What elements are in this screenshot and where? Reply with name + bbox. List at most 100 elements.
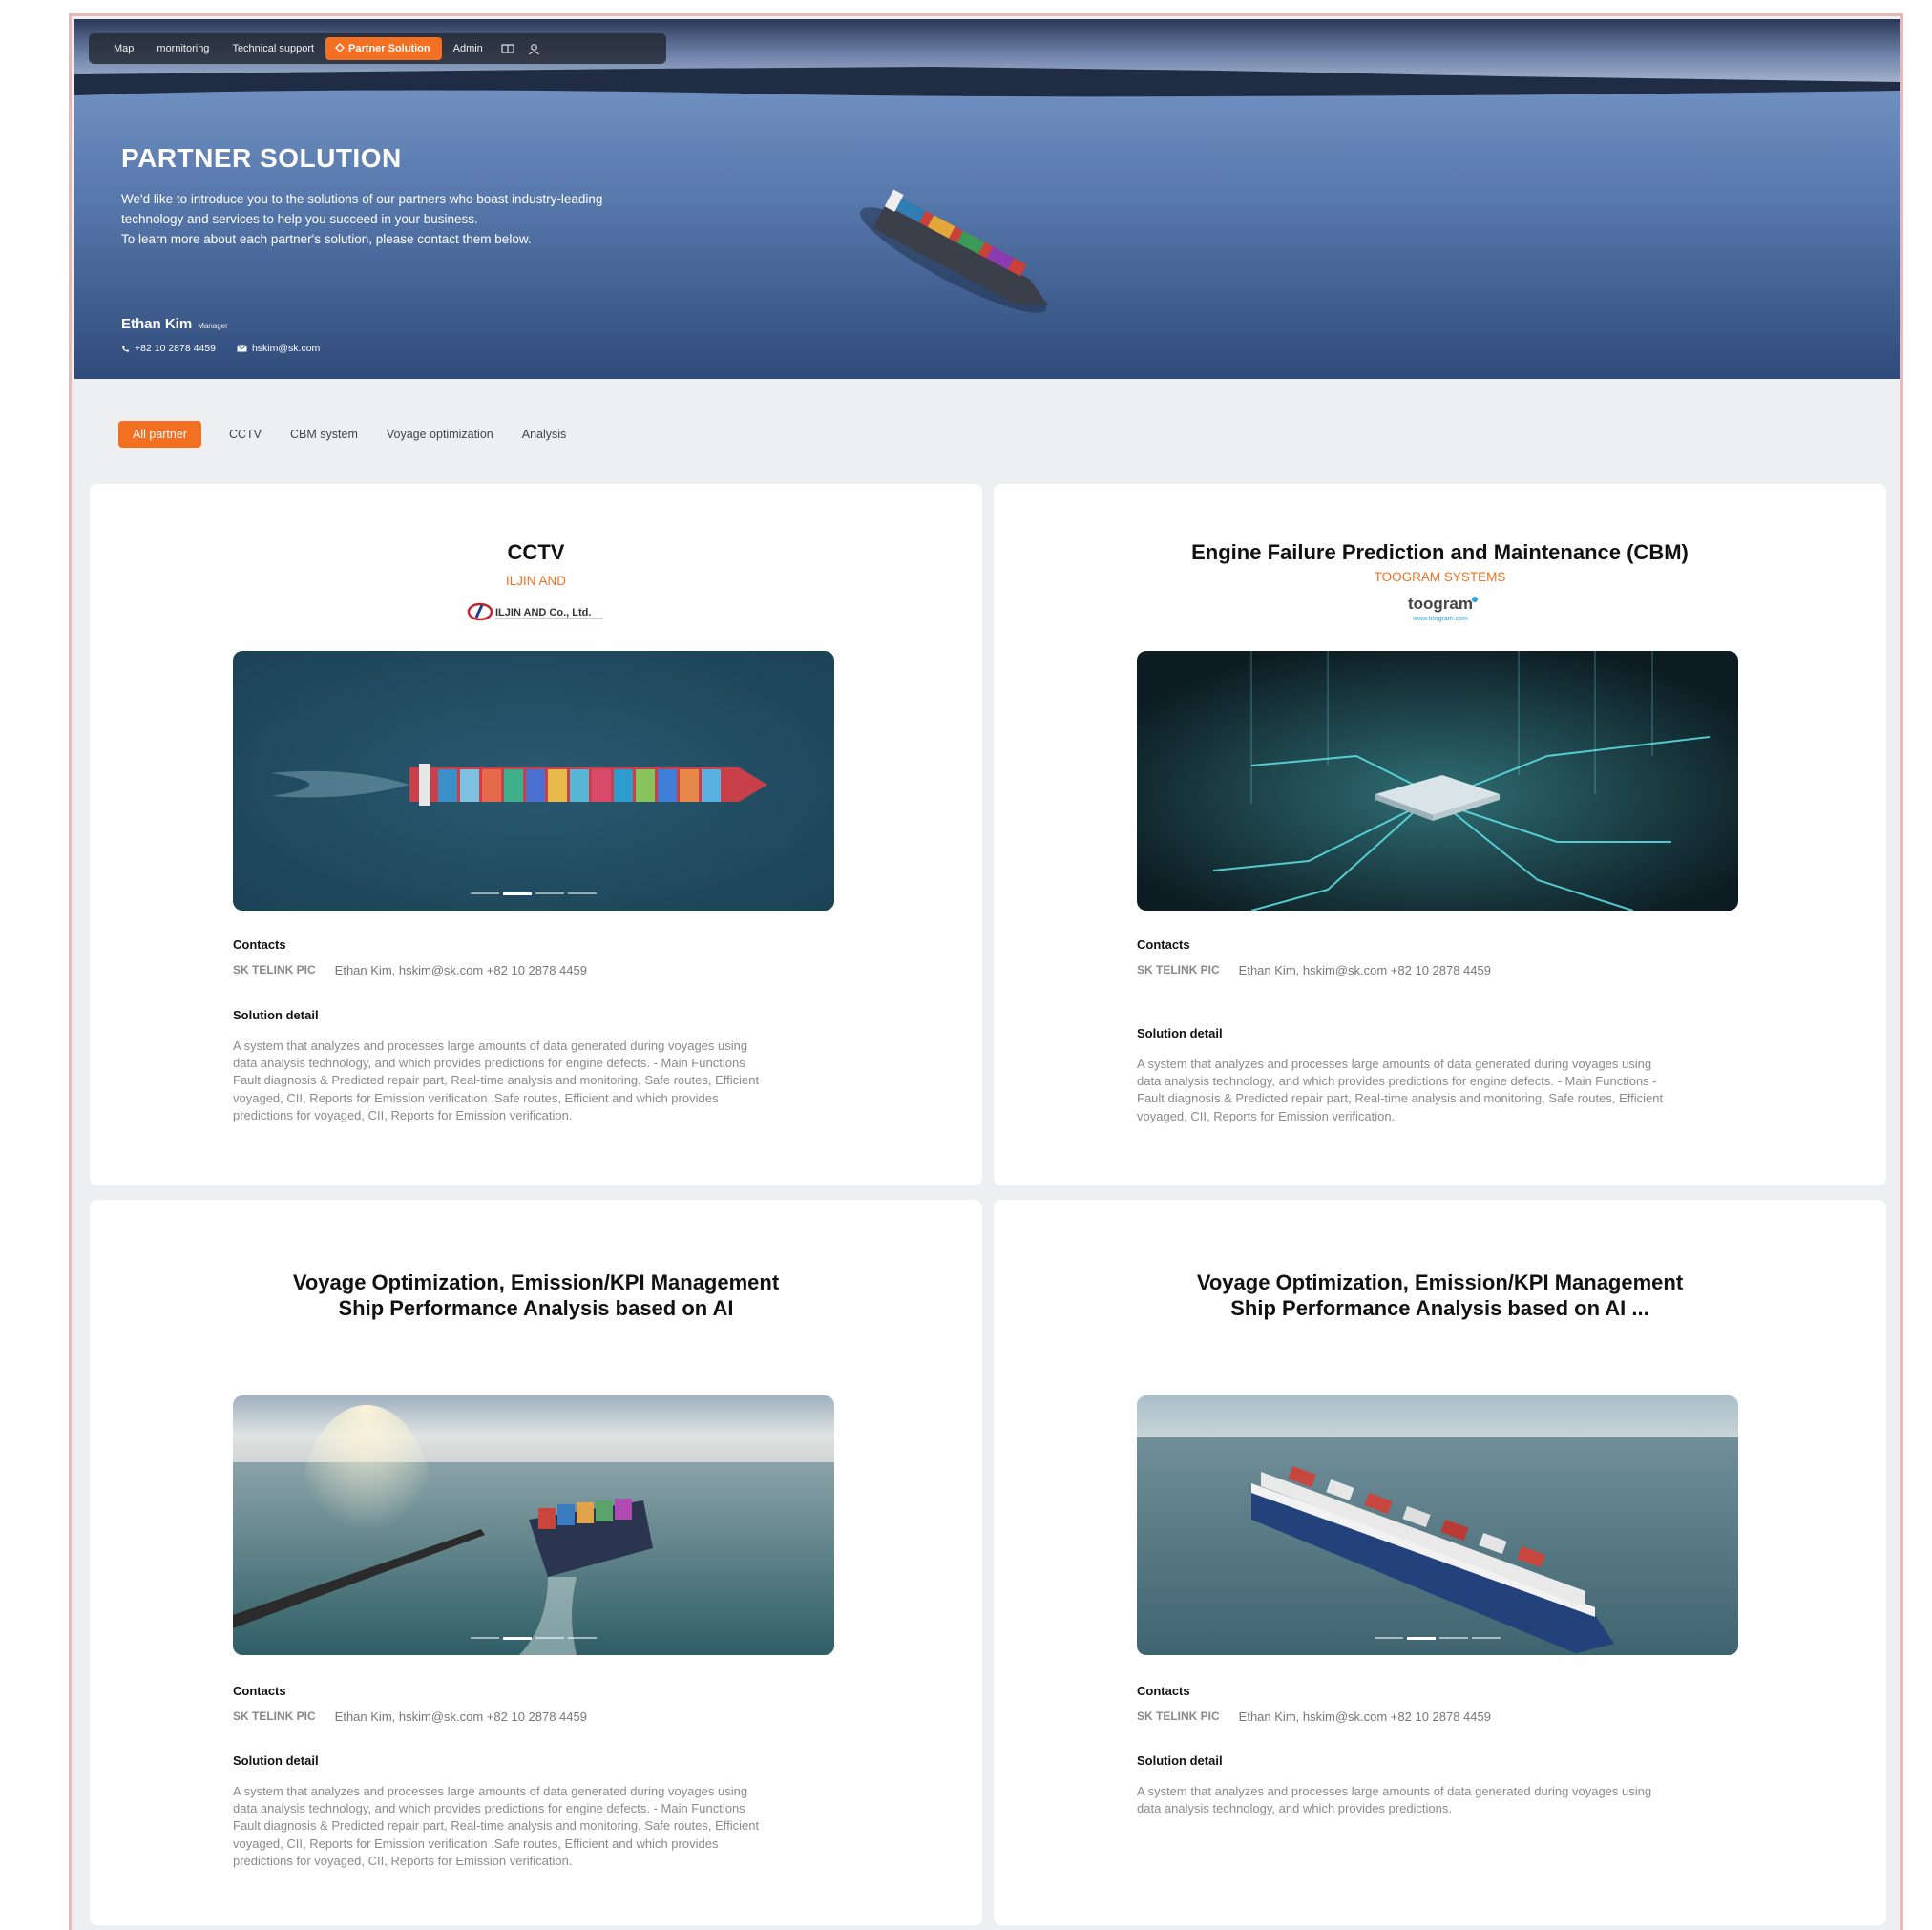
partner-name: TOOGRAM SYSTEMS <box>1374 570 1506 584</box>
detail-line: A system that analyzes and processes lar… <box>1137 1057 1652 1071</box>
carousel-indicator <box>1375 1637 1501 1640</box>
partner-solution-icon <box>335 43 345 52</box>
card-title: Voyage Optimization, Emission/KPI Manage… <box>90 1269 982 1321</box>
contact-info: Ethan Kim, hskim@sk.com +82 10 2878 4459 <box>334 1710 587 1724</box>
detail-line: Fault diagnosis & Predicted repair part,… <box>233 1818 760 1834</box>
manager-contacts: +82 10 2878 4459 hskim@sk.com <box>121 343 320 354</box>
page-title: PARTNER SOLUTION <box>121 143 402 173</box>
contact-info: Ethan Kim, hskim@sk.com +82 10 2878 4459 <box>334 963 587 977</box>
ship-sunset-image <box>233 1395 834 1655</box>
nav-item-partner-solution[interactable]: Partner Solution <box>326 37 442 60</box>
contacts-label: Contacts <box>1137 1684 1190 1698</box>
partner-card: Engine Failure Prediction and Maintenanc… <box>994 484 1886 1185</box>
phone-icon <box>122 345 129 352</box>
carousel-dot[interactable] <box>1439 1637 1468 1639</box>
tab-cctv[interactable]: CCTV <box>215 421 276 448</box>
carousel-dot[interactable] <box>536 1637 564 1639</box>
hero-description-line: We'd like to introduce you to the soluti… <box>121 192 603 206</box>
mail-icon <box>237 345 247 352</box>
carousel-indicator <box>471 1637 597 1640</box>
partner-card: Voyage Optimization, Emission/KPI Manage… <box>90 1200 982 1925</box>
book-icon[interactable] <box>494 37 521 60</box>
manager-phone[interactable]: +82 10 2878 4459 <box>121 343 216 354</box>
carousel-indicator <box>471 892 597 895</box>
tab-analysis[interactable]: Analysis <box>508 421 581 448</box>
detail-line: Fault diagnosis & Predicted repair part,… <box>1137 1091 1664 1106</box>
solution-detail-label: Solution detail <box>1137 1026 1223 1040</box>
partner-name: ILJIN AND <box>505 574 567 588</box>
top-navigation: Map mornitoring Technical support Partne… <box>89 33 666 64</box>
contact-row: SK TELINK PIC Ethan Kim, hskim@sk.com +8… <box>233 963 587 977</box>
contact-row: SK TELINK PIC Ethan Kim, hskim@sk.com +8… <box>233 1710 587 1724</box>
partner-logo-url: www.toogram.com <box>1412 616 1468 622</box>
solution-detail-text: A system that analyzes and processes lar… <box>233 1038 844 1124</box>
page-frame: Map mornitoring Technical support Partne… <box>69 13 1903 1930</box>
solution-detail-label: Solution detail <box>1137 1753 1223 1768</box>
card-title-line: Ship Performance Analysis based on AI ..… <box>1230 1296 1649 1320</box>
cargo-ship-sea-image <box>1137 1395 1738 1655</box>
manager-email[interactable]: hskim@sk.com <box>237 343 320 354</box>
solution-detail-text: A system that analyzes and processes lar… <box>1137 1783 1748 1817</box>
pic-label: SK TELINK PIC <box>1137 1710 1220 1723</box>
circuit-board-chip-image <box>1137 651 1738 911</box>
contacts-label: Contacts <box>233 1684 286 1698</box>
card-title-line: Voyage Optimization, Emission/KPI Manage… <box>1196 1270 1684 1294</box>
detail-line: data analysis technology, and which prov… <box>233 1801 746 1816</box>
nav-item-technical-support[interactable]: Technical support <box>220 37 326 60</box>
tab-voyage-optimization[interactable]: Voyage optimization <box>372 421 508 448</box>
solution-detail-label: Solution detail <box>233 1008 319 1022</box>
card-title-line: Voyage Optimization, Emission/KPI Manage… <box>292 1270 780 1294</box>
carousel-dot[interactable] <box>568 1637 597 1639</box>
contact-info: Ethan Kim, hskim@sk.com +82 10 2878 4459 <box>1238 963 1491 977</box>
carousel-dot[interactable] <box>471 892 499 894</box>
card-title: Voyage Optimization, Emission/KPI Manage… <box>994 1269 1886 1321</box>
user-icon[interactable] <box>521 37 548 60</box>
solution-image-carousel[interactable] <box>233 651 834 911</box>
carousel-dot-active[interactable] <box>503 892 532 895</box>
detail-line: Fault diagnosis & Predicted repair part,… <box>233 1073 760 1088</box>
solution-image-carousel[interactable] <box>233 1395 834 1655</box>
detail-line: predictions for voyaged, CII, Reports fo… <box>233 1107 573 1122</box>
nav-item-partner-solution-label: Partner Solution <box>348 43 430 54</box>
solution-image <box>1137 651 1738 911</box>
card-title: Engine Failure Prediction and Maintenanc… <box>1191 540 1689 564</box>
contact-row: SK TELINK PIC Ethan Kim, hskim@sk.com +8… <box>1137 1710 1491 1724</box>
detail-line: data analysis technology, and which prov… <box>1137 1801 1453 1816</box>
hero-description: We'd like to introduce you to the soluti… <box>121 189 732 249</box>
detail-line: A system that analyzes and processes lar… <box>1137 1784 1652 1798</box>
nav-item-monitoring[interactable]: mornitoring <box>145 37 220 60</box>
manager-info: Ethan Kim Manager <box>121 316 228 333</box>
partner-logo: toogram www.toogram.com <box>994 594 1886 624</box>
partner-logo: ILJIN AND Co., Ltd. <box>90 601 982 622</box>
partner-card: Voyage Optimization, Emission/KPI Manage… <box>994 1200 1886 1925</box>
carousel-dot[interactable] <box>536 892 564 894</box>
manager-phone-text: +82 10 2878 4459 <box>135 343 216 354</box>
carousel-dot-active[interactable] <box>1407 1637 1436 1640</box>
solution-image-carousel[interactable] <box>1137 1395 1738 1655</box>
hero-banner: Map mornitoring Technical support Partne… <box>74 19 1900 379</box>
carousel-dot-active[interactable] <box>503 1637 532 1640</box>
nav-item-map[interactable]: Map <box>102 37 145 60</box>
pic-label: SK TELINK PIC <box>1137 963 1220 976</box>
detail-line: voyaged, CII, Reports for Emission verif… <box>233 1090 719 1105</box>
partner-card: CCTV ILJIN AND ILJIN AND Co., Ltd. Conta… <box>90 484 982 1185</box>
carousel-dot[interactable] <box>1375 1637 1403 1639</box>
contacts-label: Contacts <box>233 937 286 952</box>
carousel-dot[interactable] <box>471 1637 499 1639</box>
contact-info: Ethan Kim, hskim@sk.com +82 10 2878 4459 <box>1238 1710 1491 1724</box>
card-title-line: Ship Performance Analysis based on AI <box>338 1296 734 1320</box>
detail-line: data analysis technology, and which prov… <box>233 1056 746 1071</box>
hero-description-line: To learn more about each partner's solut… <box>121 232 532 246</box>
pic-label: SK TELINK PIC <box>233 963 316 976</box>
card-title: CCTV <box>507 540 565 564</box>
partner-logo-text: ILJIN AND Co., Ltd. <box>495 607 591 619</box>
tab-all-partner[interactable]: All partner <box>118 421 201 448</box>
nav-item-admin[interactable]: Admin <box>442 37 494 60</box>
carousel-dot[interactable] <box>1472 1637 1501 1639</box>
tab-cbm-system[interactable]: CBM system <box>276 421 372 448</box>
solution-detail-text: A system that analyzes and processes lar… <box>233 1783 844 1870</box>
pic-label: SK TELINK PIC <box>233 1710 316 1723</box>
contacts-label: Contacts <box>1137 937 1190 952</box>
contact-row: SK TELINK PIC Ethan Kim, hskim@sk.com +8… <box>1137 963 1491 977</box>
carousel-dot[interactable] <box>568 892 597 894</box>
